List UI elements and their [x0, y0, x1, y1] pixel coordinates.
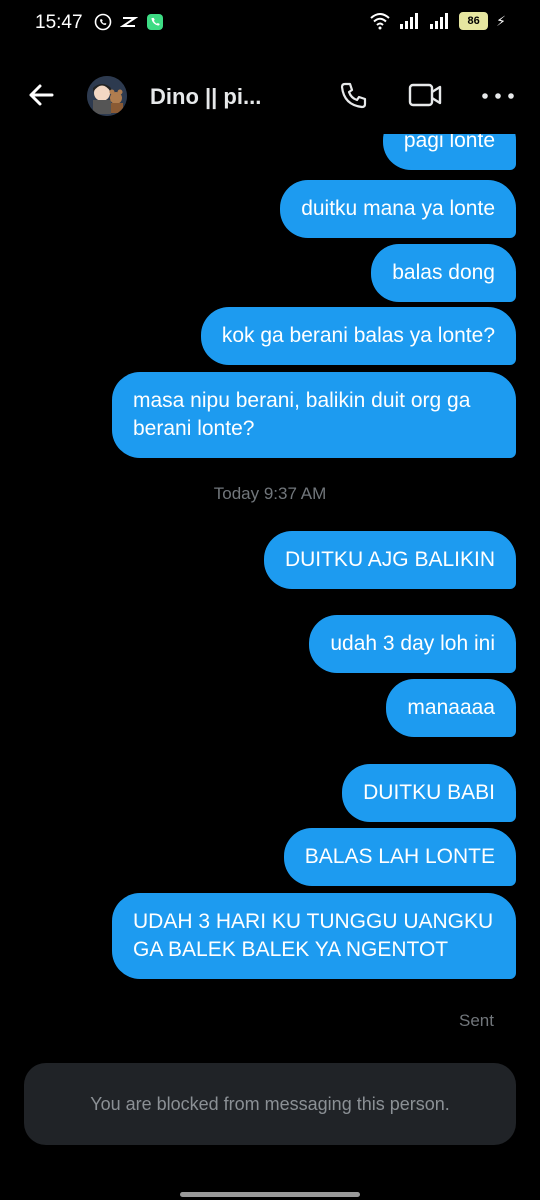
back-arrow-icon[interactable]: [26, 80, 56, 110]
message-bubble[interactable]: manaaaa: [386, 679, 516, 737]
wifi-icon: [370, 13, 390, 30]
home-indicator[interactable]: [180, 1192, 360, 1197]
message-bubble[interactable]: BALAS LAH LONTE: [283, 828, 516, 886]
message-bubble[interactable]: masa nipu berani, balikin duit org ga be…: [112, 372, 516, 458]
message-bubble[interactable]: UDAH 3 HARI KU TUNGGU UANGKU GA BALEK BA…: [112, 893, 516, 979]
whatsapp-icon: [94, 13, 112, 31]
message-bubble[interactable]: kok ga berani balas ya lonte?: [200, 307, 516, 365]
message-bubble[interactable]: balas dong: [371, 244, 516, 302]
status-time: 15:47: [35, 12, 83, 33]
conversation-title[interactable]: Dino || pi...: [150, 84, 261, 110]
more-icon[interactable]: [482, 93, 514, 99]
signal-icon: [430, 13, 449, 29]
capcut-icon: [120, 17, 138, 27]
message-bubble[interactable]: DUITKU BABI: [342, 764, 516, 822]
blocked-text: You are blocked from messaging this pers…: [90, 1093, 450, 1114]
message-timestamp: Today 9:37 AM: [213, 484, 327, 503]
notification-icons: [94, 13, 164, 31]
message-bubble[interactable]: udah 3 day loh ini: [309, 615, 516, 673]
system-icons: 86 ⚡: [369, 12, 506, 30]
video-icon[interactable]: [408, 82, 442, 108]
sent-status: Sent: [459, 1011, 494, 1030]
message-list[interactable]: pagi lonte duitku mana ya lonte balas do…: [0, 134, 540, 1064]
conversation-header: Dino || pi...: [0, 60, 540, 134]
battery-icon: 86: [459, 12, 489, 30]
status-bar: 15:47 86 ⚡: [0, 0, 540, 48]
message-bubble[interactable]: pagi lonte: [382, 134, 516, 170]
signal-icon: [400, 13, 419, 29]
blocked-notice: You are blocked from messaging this pers…: [24, 1063, 516, 1145]
message-bubble[interactable]: DUITKU AJG BALIKIN: [263, 531, 516, 589]
avatar[interactable]: [87, 76, 127, 116]
charging-icon: ⚡: [496, 12, 506, 29]
avatar-image: [87, 76, 127, 116]
phone-app-icon: [147, 14, 163, 30]
phone-icon[interactable]: [339, 80, 369, 110]
message-bubble[interactable]: duitku mana ya lonte: [280, 180, 516, 238]
